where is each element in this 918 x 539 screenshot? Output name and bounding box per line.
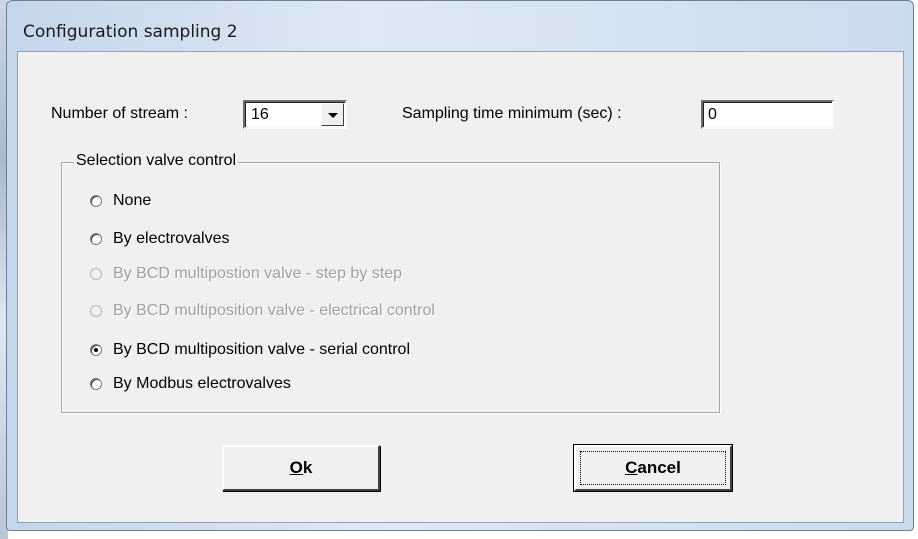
radio-selected-icon[interactable] xyxy=(90,344,102,356)
radio-circle-icon xyxy=(90,268,102,280)
radio-bcd-serial-control[interactable]: By BCD multiposition valve - serial cont… xyxy=(90,340,410,360)
sampling-time-label: Sampling time minimum (sec) : xyxy=(402,105,622,122)
radio-label: None xyxy=(113,192,152,209)
focus-rectangle xyxy=(580,451,726,485)
radio-circle-icon[interactable] xyxy=(90,233,102,245)
radio-bcd-step-by-step: By BCD multipostion valve - step by step xyxy=(90,264,402,284)
stream-label: Number of stream : xyxy=(51,105,188,122)
dialog-client-area: Number of stream : 16 Sampling time mini… xyxy=(17,51,904,523)
stream-count-dropdown[interactable]: 16 xyxy=(243,100,347,129)
radio-electrovalves[interactable]: By electrovalves xyxy=(90,229,230,249)
radio-circle-icon[interactable] xyxy=(90,378,102,390)
radio-none[interactable]: None xyxy=(90,191,151,211)
ok-mnemonic: O xyxy=(289,458,303,477)
radio-bcd-electrical-control: By BCD multiposition valve - electrical … xyxy=(90,301,435,321)
chevron-down-icon[interactable] xyxy=(321,103,344,126)
radio-label: By Modbus electrovalves xyxy=(113,375,291,392)
radio-label: By BCD multipostion valve - step by step xyxy=(113,265,403,282)
ok-button[interactable]: Ok xyxy=(222,445,380,491)
sampling-time-input[interactable]: 0 xyxy=(701,100,834,129)
dialog-window: Configuration sampling 2 Number of strea… xyxy=(6,0,914,531)
radio-label: By BCD multiposition valve - electrical … xyxy=(113,302,435,319)
dialog-title: Configuration sampling 2 xyxy=(23,22,238,42)
radio-modbus-electrovalves[interactable]: By Modbus electrovalves xyxy=(90,374,291,394)
ok-label-rest: k xyxy=(302,458,313,477)
radio-label: By electrovalves xyxy=(113,230,230,247)
radio-circle-icon xyxy=(90,305,102,317)
radio-label: By BCD multiposition valve - serial cont… xyxy=(113,341,410,358)
cancel-button[interactable]: Cancel xyxy=(573,444,733,492)
stream-count-value: 16 xyxy=(251,106,269,123)
valve-control-group-label: Selection valve control xyxy=(74,152,239,170)
radio-circle-icon[interactable] xyxy=(90,195,102,207)
